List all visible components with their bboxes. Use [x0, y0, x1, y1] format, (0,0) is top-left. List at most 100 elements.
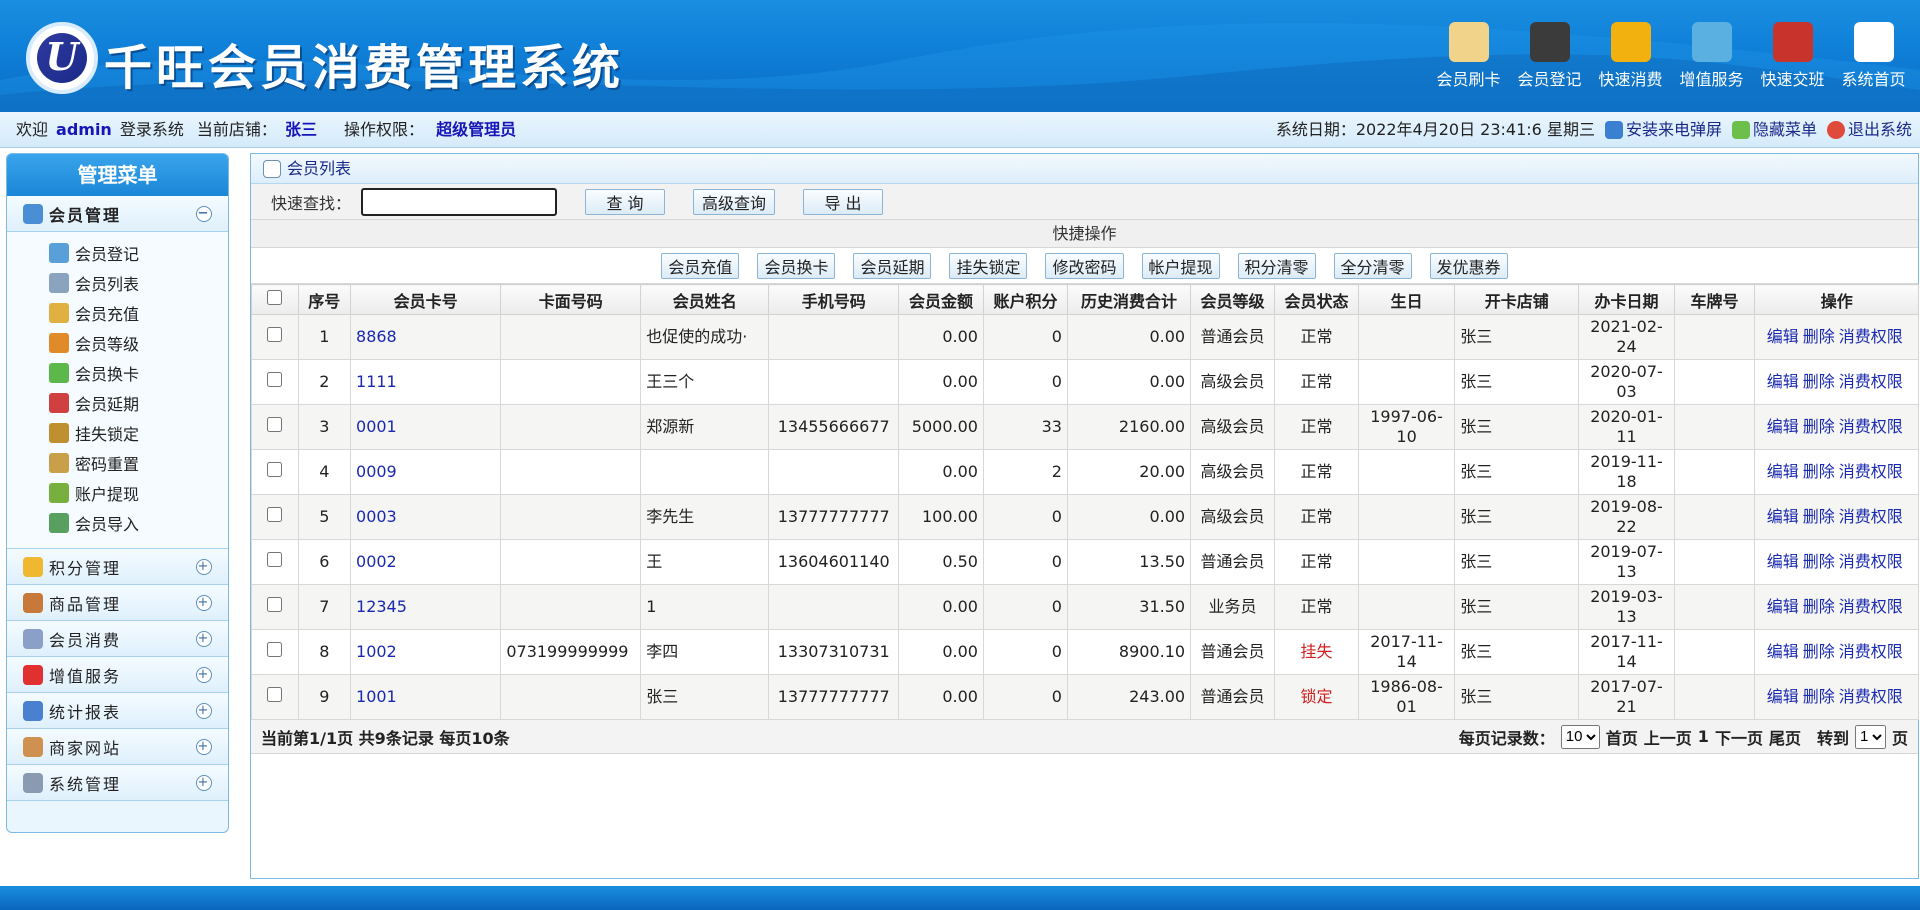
- search-input[interactable]: [361, 187, 557, 216]
- sidebar-item-2[interactable]: 会员充值: [7, 298, 228, 328]
- edit-link[interactable]: 编辑: [1767, 642, 1799, 661]
- expand-icon[interactable]: +: [196, 595, 212, 611]
- cell-card[interactable]: 0002: [350, 539, 502, 585]
- cell-card[interactable]: 1002: [350, 629, 502, 675]
- prev-page-link[interactable]: 上一页: [1644, 725, 1692, 749]
- row-checkbox[interactable]: [267, 417, 283, 432]
- expand-icon[interactable]: +: [196, 631, 212, 647]
- cell-card[interactable]: 12345: [350, 584, 502, 630]
- consume-permission-link[interactable]: 消费权限: [1839, 327, 1903, 346]
- per-page-select[interactable]: 10: [1560, 724, 1600, 749]
- row-checkbox[interactable]: [267, 372, 283, 387]
- goto-page-select[interactable]: 1: [1854, 724, 1886, 749]
- next-page-link[interactable]: 下一页: [1715, 725, 1763, 749]
- row-checkbox[interactable]: [267, 462, 283, 477]
- sidebar-item-3[interactable]: 会员等级: [7, 328, 228, 358]
- quick-action-button-3[interactable]: 挂失锁定: [949, 252, 1028, 279]
- quick-action-button-4[interactable]: 修改密码: [1045, 252, 1124, 279]
- nav-user-register[interactable]: 会员登记: [1509, 18, 1590, 90]
- row-checkbox[interactable]: [267, 327, 283, 342]
- sidebar-section-0[interactable]: 积分管理 +: [7, 549, 228, 585]
- sidebar-section-member[interactable]: 会员管理 −: [7, 196, 228, 232]
- delete-link[interactable]: 删除: [1803, 327, 1835, 346]
- consume-permission-link[interactable]: 消费权限: [1839, 687, 1903, 706]
- cell-card[interactable]: 0009: [350, 449, 502, 495]
- sidebar-section-1[interactable]: 商品管理 +: [7, 585, 228, 621]
- expand-icon[interactable]: +: [196, 559, 212, 575]
- hide-menu-link[interactable]: 隐藏菜单: [1731, 112, 1817, 148]
- sidebar-section-2[interactable]: 会员消费 +: [7, 621, 228, 657]
- cell-card[interactable]: 0003: [350, 494, 502, 540]
- quick-action-button-8[interactable]: 发优惠券: [1429, 252, 1508, 279]
- cell-card[interactable]: 0001: [350, 404, 502, 450]
- expand-icon[interactable]: +: [196, 667, 212, 683]
- delete-link[interactable]: 删除: [1803, 597, 1835, 616]
- edit-link[interactable]: 编辑: [1767, 597, 1799, 616]
- delete-link[interactable]: 删除: [1803, 552, 1835, 571]
- sidebar-item-7[interactable]: 密码重置: [7, 448, 228, 478]
- sidebar-item-9[interactable]: 会员导入: [7, 508, 228, 538]
- quick-action-button-1[interactable]: 会员换卡: [757, 252, 836, 279]
- export-button[interactable]: 导 出: [803, 188, 884, 215]
- sidebar-item-0[interactable]: 会员登记: [7, 238, 228, 268]
- consume-permission-link[interactable]: 消费权限: [1839, 462, 1903, 481]
- consume-permission-link[interactable]: 消费权限: [1839, 417, 1903, 436]
- edit-link[interactable]: 编辑: [1767, 462, 1799, 481]
- delete-link[interactable]: 删除: [1803, 462, 1835, 481]
- consume-permission-link[interactable]: 消费权限: [1839, 552, 1903, 571]
- sidebar-item-6[interactable]: 挂失锁定: [7, 418, 228, 448]
- advanced-search-button[interactable]: 高级查询: [693, 188, 776, 215]
- consume-permission-link[interactable]: 消费权限: [1839, 642, 1903, 661]
- delete-link[interactable]: 删除: [1803, 417, 1835, 436]
- quick-action-button-0[interactable]: 会员充值: [661, 252, 740, 279]
- sidebar-item-5[interactable]: 会员延期: [7, 388, 228, 418]
- select-all-checkbox[interactable]: [267, 290, 283, 305]
- sidebar-section-4[interactable]: 统计报表 +: [7, 693, 228, 729]
- nav-card-reader[interactable]: 会员刷卡: [1428, 18, 1509, 90]
- edit-link[interactable]: 编辑: [1767, 327, 1799, 346]
- sidebar-item-8[interactable]: 账户提现: [7, 478, 228, 508]
- sidebar-section-6[interactable]: 系统管理 +: [7, 765, 228, 801]
- quick-action-button-6[interactable]: 积分清零: [1237, 252, 1316, 279]
- expand-icon[interactable]: +: [196, 703, 212, 719]
- delete-link[interactable]: 删除: [1803, 687, 1835, 706]
- consume-permission-link[interactable]: 消费权限: [1839, 372, 1903, 391]
- edit-link[interactable]: 编辑: [1767, 417, 1799, 436]
- consume-permission-link[interactable]: 消费权限: [1839, 507, 1903, 526]
- last-page-link[interactable]: 尾页: [1769, 725, 1801, 749]
- sidebar-section-3[interactable]: 增值服务 +: [7, 657, 228, 693]
- quick-action-button-2[interactable]: 会员延期: [853, 252, 932, 279]
- nav-clipboard[interactable]: 增值服务: [1671, 18, 1752, 90]
- cell-card[interactable]: 8868: [350, 314, 502, 360]
- row-checkbox[interactable]: [267, 687, 283, 702]
- sidebar-item-1[interactable]: 会员列表: [7, 268, 228, 298]
- edit-link[interactable]: 编辑: [1767, 687, 1799, 706]
- consume-permission-link[interactable]: 消费权限: [1839, 597, 1903, 616]
- sidebar-item-4[interactable]: 会员换卡: [7, 358, 228, 388]
- cell-card[interactable]: 1111: [350, 359, 502, 405]
- edit-link[interactable]: 编辑: [1767, 552, 1799, 571]
- search-button[interactable]: 查 询: [585, 188, 665, 215]
- nav-cart[interactable]: 快速消费: [1590, 18, 1671, 90]
- delete-link[interactable]: 删除: [1803, 642, 1835, 661]
- sidebar-section-5[interactable]: 商家网站 +: [7, 729, 228, 765]
- row-checkbox[interactable]: [267, 552, 283, 567]
- delete-link[interactable]: 删除: [1803, 507, 1835, 526]
- delete-link[interactable]: 删除: [1803, 372, 1835, 391]
- nav-home[interactable]: 系统首页: [1833, 18, 1914, 90]
- row-checkbox[interactable]: [267, 642, 283, 657]
- collapse-icon[interactable]: −: [196, 206, 212, 222]
- nav-shift-handover[interactable]: 快速交班: [1752, 18, 1833, 90]
- cell-card[interactable]: 1001: [350, 674, 502, 720]
- row-checkbox[interactable]: [267, 597, 283, 612]
- expand-icon[interactable]: +: [196, 739, 212, 755]
- first-page-link[interactable]: 首页: [1606, 725, 1638, 749]
- install-popup-link[interactable]: 安装来电弹屏: [1604, 112, 1722, 148]
- edit-link[interactable]: 编辑: [1767, 372, 1799, 391]
- edit-link[interactable]: 编辑: [1767, 507, 1799, 526]
- row-checkbox[interactable]: [267, 507, 283, 522]
- expand-icon[interactable]: +: [196, 775, 212, 791]
- quick-action-button-7[interactable]: 全分清零: [1333, 252, 1412, 279]
- quick-action-button-5[interactable]: 帐户提现: [1141, 252, 1220, 279]
- logout-link[interactable]: 退出系统: [1826, 112, 1912, 148]
